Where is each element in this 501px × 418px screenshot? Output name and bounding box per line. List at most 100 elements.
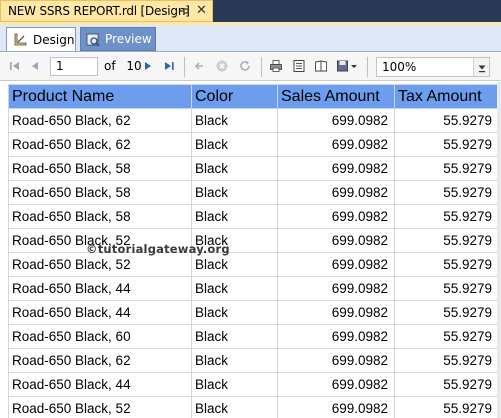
- document-tab[interactable]: NEW SSRS REPORT.rdl [Design] ✕: [0, 0, 213, 22]
- table-row: Road-650 Black, 44 Black 699.0982 55.9279: [8, 276, 499, 301]
- cell-tax-amount: 55.9279: [394, 156, 499, 181]
- cell-sales-amount: 699.0982: [277, 252, 395, 277]
- export-icon[interactable]: [336, 59, 358, 73]
- table-row: Road-650 Black, 52 Black 699.0982 55.9279: [8, 228, 499, 253]
- page-count: of 10: [104, 59, 142, 73]
- previous-page-icon[interactable]: [28, 59, 42, 73]
- table-row: Road-650 Black, 60 Black 699.0982 55.9279: [8, 324, 499, 349]
- table-body: Road-650 Black, 62 Black 699.0982 55.9279 Ro…: [8, 108, 499, 418]
- page-setup-icon[interactable]: [314, 59, 328, 73]
- refresh-icon[interactable]: [238, 59, 252, 73]
- toolbar-separator: [367, 57, 368, 77]
- tab-preview-label: Preview: [105, 32, 152, 46]
- report-canvas: Product Name Color Sales Amount Tax Amou…: [0, 82, 501, 418]
- cell-tax-amount: 55.9279: [394, 108, 499, 133]
- cell-tax-amount: 55.9279: [394, 372, 499, 397]
- watermark: ©tutorialgateway.org: [86, 242, 230, 256]
- zoom-dropdown-button[interactable]: [473, 58, 489, 76]
- table-row: Road-650 Black, 58 Black 699.0982 55.9279: [8, 204, 499, 229]
- table-row: Road-650 Black, 52 Black 699.0982 55.9279: [8, 252, 499, 277]
- toolbar-separator: [184, 57, 185, 77]
- cell-color: Black: [191, 324, 278, 349]
- cell-tax-amount: 55.9279: [394, 180, 499, 205]
- cell-product-name: Road-650 Black, 62: [8, 108, 192, 133]
- table-row: Road-650 Black, 44 Black 699.0982 55.9279: [8, 372, 499, 397]
- column-header-sales-amount: Sales Amount: [277, 84, 395, 109]
- cell-sales-amount: 699.0982: [277, 204, 395, 229]
- cell-color: Black: [191, 276, 278, 301]
- cell-sales-amount: 699.0982: [277, 324, 395, 349]
- cell-color: Black: [191, 204, 278, 229]
- cell-product-name: Road-650 Black, 44: [8, 300, 192, 325]
- cell-color: Black: [191, 156, 278, 181]
- preview-icon: [86, 33, 100, 47]
- tab-preview[interactable]: Preview: [80, 27, 156, 51]
- vertical-scrollbar[interactable]: [497, 82, 501, 418]
- next-page-icon[interactable]: [141, 59, 155, 73]
- cell-color: Black: [191, 132, 278, 157]
- document-tab-strip: NEW SSRS REPORT.rdl [Design] ✕: [0, 0, 501, 22]
- close-icon[interactable]: ✕: [196, 4, 207, 18]
- cell-product-name: Road-650 Black, 58: [8, 204, 192, 229]
- cell-product-name: Road-650 Black, 44: [8, 276, 192, 301]
- cell-tax-amount: 55.9279: [394, 204, 499, 229]
- document-tab-title: NEW SSRS REPORT.rdl [Design]: [8, 4, 190, 18]
- table-row: Road-650 Black, 62 Black 699.0982 55.9279: [8, 132, 499, 157]
- last-page-icon[interactable]: [162, 59, 176, 73]
- page-of-label: of: [104, 59, 116, 73]
- first-page-icon[interactable]: [8, 59, 22, 73]
- cell-tax-amount: 55.9279: [394, 324, 499, 349]
- cell-color: Black: [191, 300, 278, 325]
- cell-tax-amount: 55.9279: [394, 300, 499, 325]
- cell-product-name: Road-650 Black, 58: [8, 180, 192, 205]
- table-row: Road-650 Black, 44 Black 699.0982 55.9279: [8, 300, 499, 325]
- cell-tax-amount: 55.9279: [394, 348, 499, 373]
- current-page-input[interactable]: 1: [50, 57, 98, 76]
- cell-color: Black: [191, 180, 278, 205]
- table-row: Road-650 Black, 52 Black 699.0982 55.9279: [8, 396, 499, 418]
- cell-product-name: Road-650 Black, 44: [8, 372, 192, 397]
- cell-product-name: Road-650 Black, 52: [8, 396, 192, 418]
- report-table: Product Name Color Sales Amount Tax Amou…: [8, 84, 499, 418]
- column-header-product-name: Product Name: [8, 84, 192, 109]
- design-ruler-icon: [14, 33, 27, 46]
- zoom-value: 100%: [382, 60, 417, 74]
- print-layout-icon[interactable]: [292, 59, 306, 73]
- cell-product-name: Road-650 Black, 58: [8, 156, 192, 181]
- table-header-row: Product Name Color Sales Amount Tax Amou…: [8, 84, 499, 109]
- cell-sales-amount: 699.0982: [277, 372, 395, 397]
- tab-design[interactable]: Design: [6, 27, 76, 51]
- cell-tax-amount: 55.9279: [394, 396, 499, 418]
- view-tab-bar: Design Preview: [0, 25, 501, 52]
- cell-color: Black: [191, 108, 278, 133]
- cell-tax-amount: 55.9279: [394, 252, 499, 277]
- stop-icon[interactable]: [215, 59, 229, 73]
- back-icon[interactable]: [192, 59, 206, 73]
- table-row: Road-650 Black, 62 Black 699.0982 55.9279: [8, 108, 499, 133]
- cell-color: Black: [191, 348, 278, 373]
- cell-sales-amount: 699.0982: [277, 228, 395, 253]
- table-row: Road-650 Black, 62 Black 699.0982 55.9279: [8, 348, 499, 373]
- cell-product-name: Road-650 Black, 60: [8, 324, 192, 349]
- cell-sales-amount: 699.0982: [277, 132, 395, 157]
- cell-product-name: Road-650 Black, 52: [8, 252, 192, 277]
- cell-sales-amount: 699.0982: [277, 180, 395, 205]
- cell-sales-amount: 699.0982: [277, 156, 395, 181]
- column-header-tax-amount: Tax Amount: [394, 84, 499, 109]
- total-pages: 10: [126, 59, 142, 73]
- pin-icon[interactable]: [178, 5, 190, 17]
- cell-sales-amount: 699.0982: [277, 108, 395, 133]
- cell-sales-amount: 699.0982: [277, 348, 395, 373]
- cell-tax-amount: 55.9279: [394, 132, 499, 157]
- cell-color: Black: [191, 372, 278, 397]
- cell-sales-amount: 699.0982: [277, 300, 395, 325]
- cell-tax-amount: 55.9279: [394, 276, 499, 301]
- cell-sales-amount: 699.0982: [277, 396, 395, 418]
- print-icon[interactable]: [269, 59, 283, 73]
- chevron-down-icon: [478, 65, 486, 73]
- cell-sales-amount: 699.0982: [277, 276, 395, 301]
- cell-product-name: Road-650 Black, 62: [8, 348, 192, 373]
- cell-tax-amount: 55.9279: [394, 228, 499, 253]
- zoom-select[interactable]: 100%: [376, 57, 490, 77]
- report-toolbar: 1 of 10 100%: [0, 53, 501, 81]
